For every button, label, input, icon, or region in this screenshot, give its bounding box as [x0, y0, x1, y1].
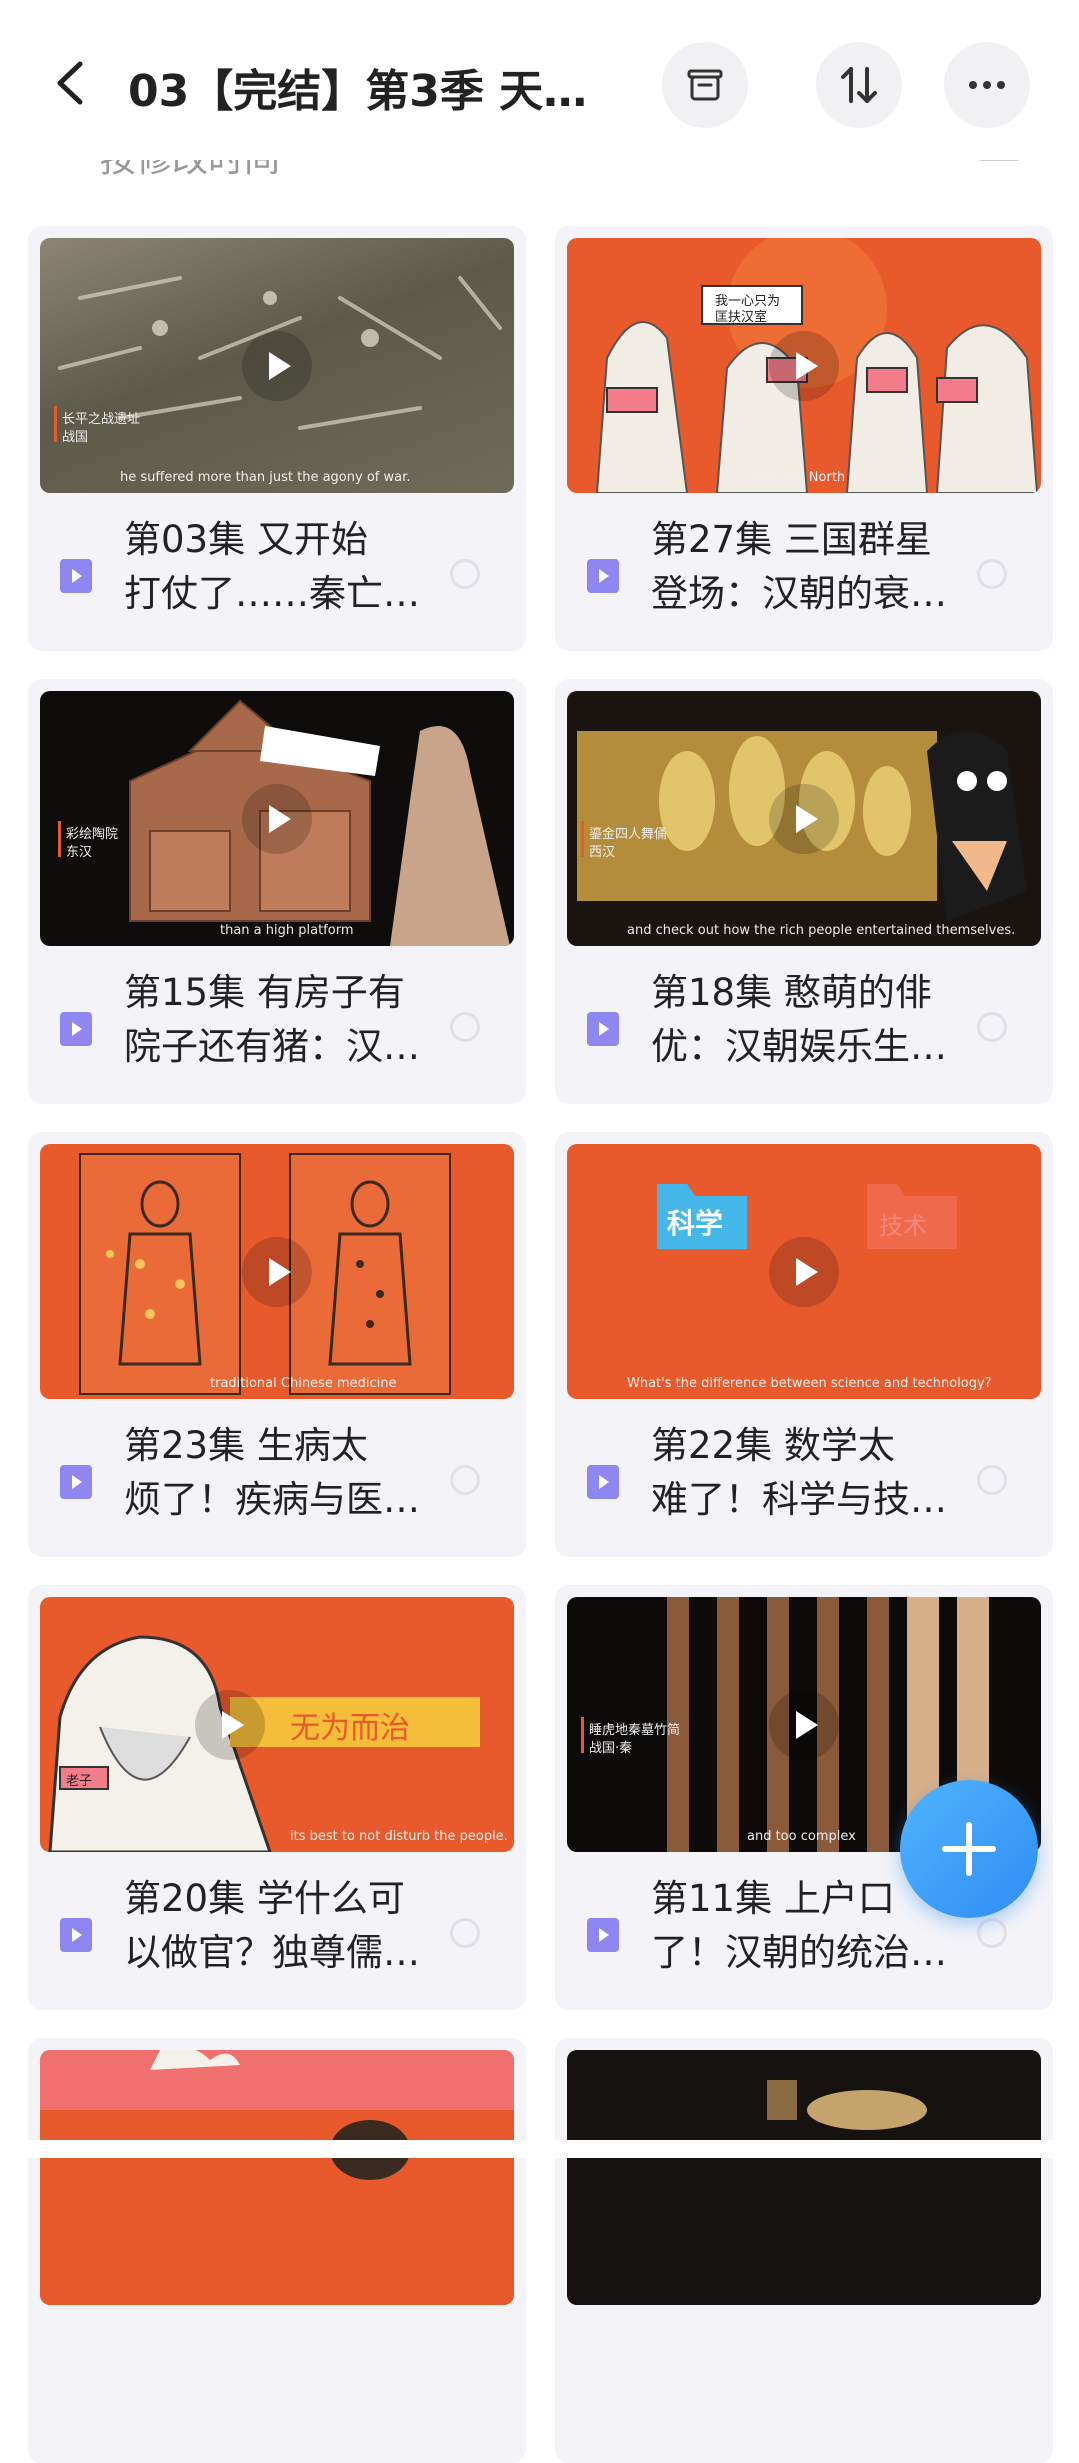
video-title: 第20集 学什么可 以做官？独尊儒…	[124, 1877, 420, 1974]
video-file-icon	[60, 559, 92, 593]
video-card[interactable]: 我一心只为 匡扶汉室 From the North 第27集 三国群星 登场：汉朝…	[555, 226, 1053, 651]
select-radio[interactable]	[450, 559, 480, 589]
select-radio[interactable]	[450, 1465, 480, 1495]
more-icon	[969, 81, 1005, 89]
thumbnail-tag: 老子	[66, 1774, 93, 1789]
video-thumbnail[interactable]: 鎏金四人舞俑 西汉 and check out how the rich peo…	[567, 691, 1041, 946]
video-file-icon	[60, 1012, 92, 1046]
thumbnail-tag: 彩绘陶院	[66, 827, 119, 842]
video-title: 第27集 三国群星 登场：汉朝的衰…	[651, 518, 947, 615]
more-button[interactable]	[944, 42, 1030, 128]
select-radio[interactable]	[450, 1918, 480, 1948]
video-file-icon	[60, 1918, 92, 1952]
thumbnail-tag: 西汉	[589, 845, 616, 860]
folder-label: 科学	[667, 1207, 724, 1240]
video-title: 第03集 又开始 打仗了……秦亡…	[124, 518, 420, 615]
play-icon[interactable]	[194, 1689, 265, 1760]
video-title: 第15集 有房子有 院子还有猪：汉…	[124, 971, 420, 1068]
thumbnail-tag: 战国·秦	[589, 1741, 633, 1756]
sort-button[interactable]	[816, 42, 902, 128]
video-thumbnail[interactable]: 彩绘陶院 东汉 than a high platform	[40, 691, 514, 946]
video-thumbnail[interactable]	[567, 2050, 1041, 2305]
video-thumbnail[interactable]: 长平之战遗址 战国 he suffered more than just the…	[40, 238, 514, 493]
select-radio[interactable]	[977, 1465, 1007, 1495]
thumbnail-caption: and too complex	[747, 1829, 856, 1844]
top-bar: 03【完结】第3季 天…	[0, 0, 1079, 160]
video-card[interactable]: 彩绘陶院 东汉 than a high platform 第15集 有房子有 院子…	[28, 679, 526, 1104]
video-thumbnail[interactable]	[40, 2050, 514, 2305]
video-title: 第11集 上户口 了！汉朝的统治…	[651, 1877, 947, 1974]
video-title: 第18集 憨萌的俳 优：汉朝娱乐生…	[651, 971, 947, 1068]
video-file-icon	[587, 1012, 619, 1046]
video-card[interactable]: traditional Chinese medicine 第23集 生病太 烦了！…	[28, 1132, 526, 1557]
video-thumbnail[interactable]: traditional Chinese medicine	[40, 1144, 514, 1399]
video-file-icon	[587, 1465, 619, 1499]
select-radio[interactable]	[977, 1918, 1007, 1948]
thumbnail-tag: 战国	[62, 430, 89, 445]
select-radio[interactable]	[450, 1012, 480, 1042]
play-icon[interactable]	[242, 783, 312, 854]
sort-icon	[841, 67, 877, 103]
thumbnail-tag: 无为而治	[290, 1711, 410, 1746]
folder-label: 技术	[879, 1212, 927, 1240]
video-card[interactable]: 科学 技术 What's the difference between scie…	[555, 1132, 1053, 1557]
play-icon[interactable]	[242, 330, 312, 401]
archive-icon	[687, 69, 723, 101]
video-card[interactable]	[555, 2038, 1053, 2463]
play-icon[interactable]	[769, 330, 839, 401]
archive-button[interactable]	[662, 42, 748, 128]
add-button[interactable]	[900, 1780, 1038, 1918]
thumbnail-tag: 东汉	[66, 845, 93, 860]
thumbnail-caption: he suffered more than just the agony of …	[120, 470, 411, 485]
thumbnail-caption: From the North	[747, 470, 846, 485]
video-card[interactable]: 长平之战遗址 战国 he suffered more than just the…	[28, 226, 526, 651]
video-file-icon	[587, 559, 619, 593]
bottom-edge	[0, 2140, 1079, 2158]
select-radio[interactable]	[977, 559, 1007, 589]
video-thumbnail[interactable]: 我一心只为 匡扶汉室 From the North	[567, 238, 1041, 493]
thumbnail-tag: 睡虎地秦墓竹简	[589, 1723, 681, 1738]
video-title: 第22集 数学太 难了！科学与技…	[651, 1424, 947, 1521]
play-icon[interactable]	[769, 1236, 839, 1307]
play-icon[interactable]	[769, 783, 839, 854]
thumbnail-tag: 长平之战遗址	[62, 412, 141, 427]
thumbnail-caption: traditional Chinese medicine	[210, 1376, 397, 1391]
select-radio[interactable]	[977, 1012, 1007, 1042]
play-icon[interactable]	[242, 1236, 312, 1307]
play-icon[interactable]	[769, 1689, 839, 1760]
video-card[interactable]: 无为而治 老子 its best to not disturb the peop…	[28, 1585, 526, 2010]
chevron-left-icon[interactable]	[50, 58, 90, 108]
video-file-icon	[60, 1465, 92, 1499]
thumbnail-caption: What's the difference between science an…	[627, 1376, 992, 1391]
video-title: 第23集 生病太 烦了！疾病与医…	[124, 1424, 420, 1521]
thumbnail-tag: 匡扶汉室	[715, 310, 768, 325]
video-thumbnail[interactable]: 无为而治 老子 its best to not disturb the peop…	[40, 1597, 514, 1852]
video-card[interactable]: 鎏金四人舞俑 西汉 and check out how the rich peo…	[555, 679, 1053, 1104]
thumbnail-caption: and check out how the rich people entert…	[627, 923, 1016, 938]
video-thumbnail[interactable]: 科学 技术 What's the difference between scie…	[567, 1144, 1041, 1399]
page-title: 03【完结】第3季 天…	[128, 66, 588, 117]
video-card[interactable]	[28, 2038, 526, 2463]
video-file-icon	[587, 1918, 619, 1952]
thumbnail-tag: 鎏金四人舞俑	[589, 827, 668, 842]
thumbnail-caption: than a high platform	[220, 923, 354, 938]
thumbnail-caption: its best to not disturb the people.	[290, 1829, 508, 1844]
